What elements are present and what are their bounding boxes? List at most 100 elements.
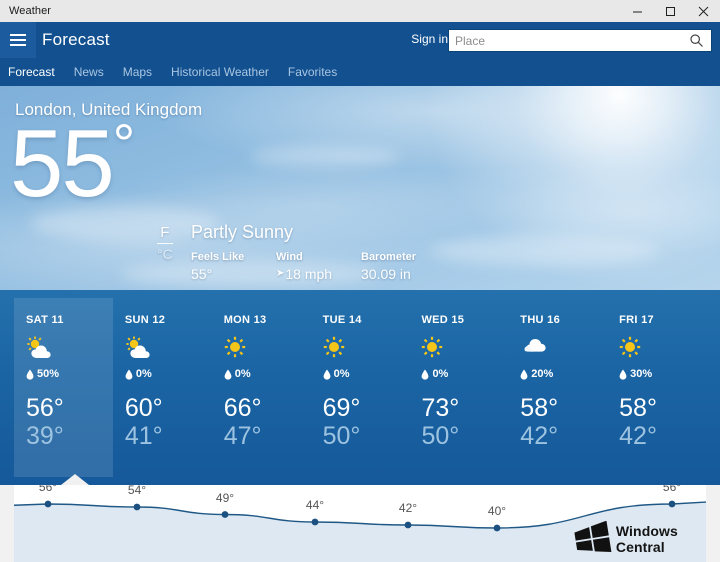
- chart-data-point[interactable]: [493, 524, 501, 532]
- detail-label: Feels Like: [191, 251, 245, 263]
- tab-favorites[interactable]: Favorites: [288, 65, 337, 79]
- title-bar: Weather: [0, 0, 720, 22]
- precipitation-drop-icon: [125, 369, 133, 380]
- detail-value: 30.09 in: [361, 266, 411, 282]
- forecast-low-temp: 50°: [421, 422, 460, 450]
- forecast-precipitation: 0%: [421, 368, 508, 380]
- chart-point-label: 54°: [127, 485, 147, 497]
- forecast-weather-icon: [323, 336, 410, 360]
- watermark-text: Windows Central: [615, 523, 678, 555]
- forecast-high-temp: 66°: [223, 394, 262, 422]
- chart-point-label: 42°: [398, 501, 418, 515]
- precipitation-drop-icon: [26, 369, 34, 380]
- maximize-icon[interactable]: [654, 0, 687, 22]
- forecast-low-temp: 42°: [619, 422, 657, 450]
- forecast-high-temp: 56°: [26, 394, 64, 422]
- sunny-icon: [224, 336, 245, 358]
- degree-symbol: °: [112, 112, 135, 175]
- forecast-card[interactable]: THU 16 20% 58° 42°: [508, 298, 607, 477]
- daily-forecast-strip: SAT 11 50% 56° 39° SUN 12 0% 60° 41° MON 13 0% 66°…: [0, 290, 720, 485]
- current-details: Feels Like 55° Wind ➤18 mph Barometer 30…: [191, 251, 631, 290]
- precipitation-drop-icon: [323, 369, 330, 380]
- forecast-day-label: FRI 17: [619, 314, 654, 326]
- precipitation-value: 0%: [432, 368, 449, 380]
- forecast-card[interactable]: SAT 11 50% 56° 39°: [14, 298, 113, 485]
- search-icon[interactable]: [681, 33, 711, 48]
- hamburger-icon[interactable]: [0, 22, 36, 58]
- chart-point-label: 40°: [487, 504, 507, 518]
- forecast-weather-icon: [421, 336, 508, 360]
- forecast-card[interactable]: MON 13 0% 66° 47°: [212, 298, 311, 477]
- chart-point-label: 49°: [215, 490, 235, 505]
- forecast-card[interactable]: FRI 17 30% 58° 42°: [607, 298, 706, 477]
- precipitation-drop-icon: [619, 369, 627, 380]
- chart-data-point[interactable]: [404, 521, 412, 529]
- hamburger-lines: [10, 31, 26, 49]
- window-title: Weather: [9, 5, 52, 17]
- precipitation-value: 50%: [37, 368, 60, 380]
- precipitation-drop-icon: [422, 369, 429, 380]
- chart-point-label: 56°: [662, 485, 682, 494]
- detail-wind: Wind ➤18 mph: [276, 251, 361, 282]
- forecast-precipitation: 0%: [323, 368, 410, 380]
- precipitation-value: 0%: [135, 368, 152, 380]
- chart-data-point[interactable]: [668, 500, 676, 508]
- precipitation-value: 0%: [234, 368, 251, 380]
- wind-direction-icon: ➤: [276, 268, 285, 279]
- chart-data-point[interactable]: [311, 518, 319, 526]
- tab-forecast[interactable]: Forecast: [8, 65, 55, 79]
- forecast-day-label: TUE 14: [322, 314, 362, 326]
- chart-data-point[interactable]: [133, 503, 141, 511]
- minimize-icon[interactable]: [621, 0, 654, 22]
- search-box[interactable]: [448, 29, 712, 52]
- forecast-cards: SAT 11 50% 56° 39° SUN 12 0% 60° 41° MON 13 0% 66°…: [14, 298, 706, 485]
- forecast-high-temp: 58°: [619, 394, 657, 422]
- forecast-precipitation: 20%: [520, 368, 607, 380]
- detail-value: 55°: [191, 266, 213, 282]
- sunny-icon: [619, 336, 641, 358]
- tab-news[interactable]: News: [74, 65, 104, 79]
- forecast-day-label: SUN 12: [124, 314, 166, 326]
- forecast-card[interactable]: WED 15 0% 73° 50°: [409, 298, 508, 477]
- chart-data-point[interactable]: [221, 511, 229, 518]
- detail-value: ➤18 mph: [276, 266, 361, 282]
- forecast-low-temp: 39°: [26, 422, 64, 450]
- windows-flag-icon: [574, 521, 612, 552]
- forecast-weather-icon: [520, 336, 607, 360]
- chart-data-point[interactable]: [44, 500, 52, 508]
- chart-point-label: 44°: [305, 498, 325, 512]
- detail-label: Barometer: [361, 251, 417, 263]
- nav-tabs: Forecast News Maps Historical Weather Fa…: [0, 58, 720, 86]
- forecast-day-label: THU 16: [520, 314, 560, 326]
- unit-celsius[interactable]: °C: [157, 246, 173, 262]
- sunny-icon: [422, 336, 443, 358]
- forecast-low-temp: 50°: [322, 422, 361, 450]
- forecast-precipitation: 30%: [619, 368, 706, 380]
- tab-historical-weather[interactable]: Historical Weather: [171, 65, 269, 79]
- close-icon[interactable]: [687, 0, 720, 22]
- precipitation-value: 20%: [531, 368, 554, 380]
- forecast-precipitation: 50%: [26, 368, 113, 380]
- tab-maps[interactable]: Maps: [123, 65, 152, 79]
- forecast-card[interactable]: TUE 14 0% 69° 50°: [311, 298, 410, 477]
- current-conditions-hero: London, United Kingdom 55° F °C Partly S…: [0, 86, 720, 290]
- cloudy-icon: [524, 339, 546, 352]
- forecast-high-temp: 69°: [322, 394, 361, 422]
- unit-fahrenheit[interactable]: F: [157, 224, 173, 244]
- window-controls: [621, 0, 720, 22]
- precipitation-drop-icon: [520, 369, 528, 380]
- forecast-low-temp: 41°: [124, 422, 163, 450]
- forecast-high-temp: 58°: [520, 394, 559, 422]
- sunny-icon: [323, 336, 344, 358]
- unit-toggle[interactable]: F °C: [157, 224, 173, 262]
- search-input[interactable]: [449, 30, 681, 51]
- sign-in-link[interactable]: Sign in: [411, 32, 448, 46]
- current-temperature-value: 55: [10, 110, 115, 217]
- forecast-day-label: WED 15: [421, 314, 465, 326]
- forecast-weather-icon: [26, 336, 113, 360]
- precipitation-drop-icon: [224, 369, 232, 380]
- detail-feels-like: Feels Like 55°: [191, 251, 276, 282]
- detail-barometer: Barometer 30.09 in: [361, 251, 446, 282]
- forecast-card[interactable]: SUN 12 0% 60° 41°: [113, 298, 212, 477]
- precipitation-value: 30%: [630, 368, 653, 380]
